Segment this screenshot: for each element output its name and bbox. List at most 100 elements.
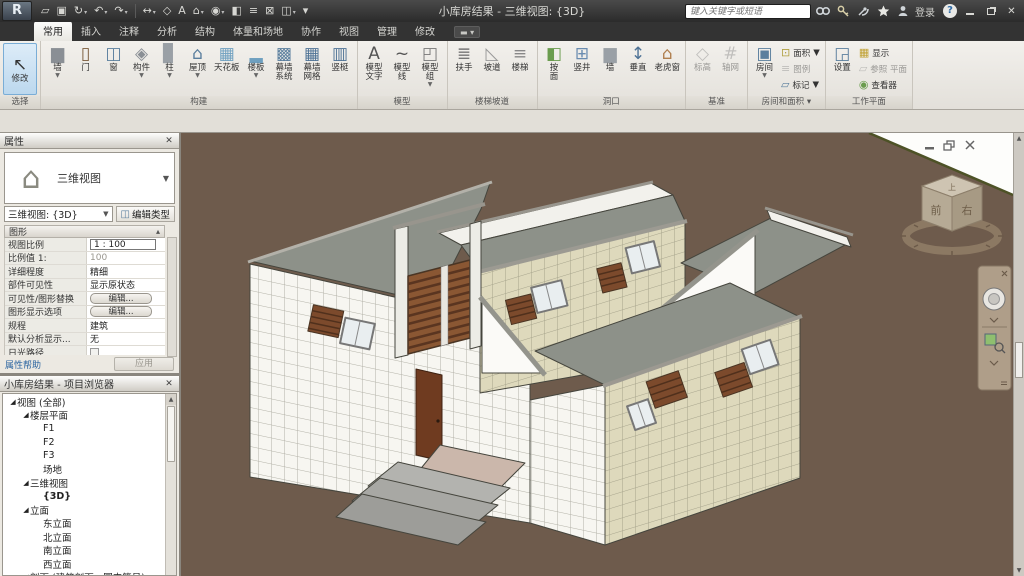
search-input[interactable] [685, 4, 811, 19]
expander-icon[interactable]: ◢ [22, 411, 30, 419]
tree-scrollbar[interactable]: ▲ [165, 394, 176, 575]
user-icon[interactable] [895, 4, 911, 18]
apply-button[interactable]: 应用 [114, 357, 174, 371]
edit-type-button[interactable]: ◫ 编辑类型 [116, 206, 175, 222]
key-icon[interactable] [835, 4, 851, 18]
scroll-up-icon[interactable]: ▲ [166, 394, 176, 405]
dropdown-arrow-icon[interactable]: ▼ [55, 73, 60, 79]
ribbon-tab-体量和场地[interactable]: 体量和场地 [224, 21, 292, 41]
curtain-grid-button[interactable]: ▦幕墙 网格 [299, 43, 326, 83]
expander-icon[interactable]: ◢ [22, 479, 30, 487]
ribbon-tab-结构[interactable]: 结构 [186, 21, 224, 41]
tag-room-button[interactable]: ▱标记▼ [779, 77, 822, 92]
railing-button[interactable]: ≣扶手 [451, 43, 478, 74]
ribbon-tab-协作[interactable]: 协作 [292, 21, 330, 41]
wall-button[interactable]: ▆墙▼ [44, 43, 71, 80]
dropdown-arrow-icon[interactable]: ▾ [125, 9, 128, 16]
property-value[interactable]: 建筑 [87, 319, 165, 332]
area-button[interactable]: ⊡面积▼ [779, 45, 822, 60]
switch-windows-icon[interactable]: ◫▾ [278, 2, 298, 20]
stair-button[interactable]: ≡楼梯 [507, 43, 534, 74]
right-wall-white[interactable] [530, 385, 605, 545]
communication-center-icon[interactable] [855, 4, 871, 18]
scrollbar-thumb[interactable] [1015, 342, 1023, 378]
tree-item-西立面[interactable]: 西立面 [3, 557, 176, 571]
dropdown-arrow-icon[interactable]: ▼ [762, 73, 767, 79]
value-input[interactable]: 1 : 100 [90, 239, 156, 250]
viewer-button[interactable]: ◉查看器 [857, 77, 909, 92]
tree-item-北立面[interactable]: 北立面 [3, 530, 176, 544]
view-minimize-icon[interactable] [925, 147, 934, 150]
panel-title-房间和面积[interactable]: 房间和面积 ▾ [748, 96, 825, 109]
dropdown-arrow-icon[interactable]: ▼ [195, 73, 200, 79]
dropdown-arrow-icon[interactable]: ▼ [167, 73, 172, 79]
restore-button[interactable] [982, 4, 999, 18]
properties-close-icon[interactable]: ✕ [163, 136, 175, 146]
roof-button[interactable]: ⌂屋顶▼ [184, 43, 211, 80]
viewport-scrollbar[interactable]: ▲ ▼ [1013, 133, 1024, 576]
project-browser-close-icon[interactable]: ✕ [163, 379, 175, 389]
application-menu-button[interactable]: R [2, 1, 32, 21]
scroll-down-icon[interactable]: ▼ [1014, 565, 1024, 576]
tree-item-东立面[interactable]: 东立面 [3, 517, 176, 531]
properties-help-link[interactable]: 属性帮助 [5, 358, 41, 371]
tree-item-场地[interactable]: 场地 [3, 463, 176, 477]
window-button[interactable]: ◫窗 [100, 43, 127, 74]
render-icon[interactable]: ◉▾ [208, 2, 228, 20]
properties-scrollbar[interactable] [167, 237, 177, 357]
floor-button[interactable]: ▂楼板▼ [243, 43, 270, 80]
house-model[interactable] [248, 182, 853, 545]
model-group-button[interactable]: ◰模型 组▼ [417, 43, 444, 89]
dropdown-arrow-icon[interactable]: ▾ [293, 9, 296, 16]
chevron-down-icon[interactable]: ▼ [163, 174, 174, 183]
ramp-button[interactable]: ◺坡道 [479, 43, 506, 74]
ribbon-tab-分析[interactable]: 分析 [148, 21, 186, 41]
tree-item-楼层平面[interactable]: ◢楼层平面 [3, 409, 176, 423]
undo-icon[interactable]: ↶▾ [91, 2, 110, 20]
minimize-button[interactable] [961, 4, 978, 18]
tag-icon[interactable]: ◇ [160, 2, 174, 20]
dropdown-arrow-icon[interactable]: ▼ [428, 82, 433, 88]
property-value[interactable]: 精细 [87, 265, 165, 278]
modify-cursor-button[interactable]: ↖修改 [3, 43, 37, 95]
room-button[interactable]: ▣房间▼ [751, 43, 778, 80]
opening-by-face-button[interactable]: ◧按 面 [541, 43, 568, 83]
edit-button[interactable]: 编辑... [90, 293, 152, 304]
ribbon-tab-注释[interactable]: 注释 [110, 21, 148, 41]
favorites-star-icon[interactable] [875, 4, 891, 18]
vertical-opening-button[interactable]: ↕垂直 [625, 43, 652, 74]
dropdown-arrow-icon[interactable]: ▾ [104, 9, 107, 16]
dropdown-arrow-icon[interactable]: ▾ [84, 9, 87, 16]
close-hidden-windows-icon[interactable]: ⊠ [262, 2, 277, 20]
properties-header[interactable]: 属性 ✕ [0, 133, 179, 149]
scroll-up-icon[interactable]: ▲ [1014, 133, 1024, 144]
ribbon-tab-视图[interactable]: 视图 [330, 21, 368, 41]
ribbon-tab-修改[interactable]: 修改 [406, 21, 444, 41]
expander-icon[interactable]: ◢ [22, 506, 30, 514]
graphics-section-header[interactable]: 图形 ▴ [4, 225, 165, 238]
text-icon[interactable]: A [175, 2, 189, 20]
workplane-show-button[interactable]: ▦显示 [857, 45, 909, 60]
expander-icon[interactable]: ◢ [9, 398, 17, 406]
zoom-icon[interactable] [985, 334, 996, 345]
sign-in-link[interactable]: 登录 [915, 4, 935, 19]
model-line-button[interactable]: ~模型 线 [389, 43, 416, 83]
instance-combo[interactable]: 三维视图: {3D} ▼ [4, 206, 113, 222]
tree-item-{3D}[interactable]: {3D} [3, 490, 176, 504]
dropdown-arrow-icon[interactable]: ▾ [221, 9, 224, 16]
ribbon-tab-插入[interactable]: 插入 [72, 21, 110, 41]
measure-icon[interactable]: ↔▾ [140, 2, 159, 20]
model-text-button[interactable]: A模型 文字 [361, 43, 388, 83]
section-icon[interactable]: ◧ [228, 2, 244, 20]
ribbon-display-toggle[interactable]: ▬ ▾ [454, 26, 480, 38]
open-icon[interactable]: ▱ [38, 2, 52, 20]
column-button[interactable]: ▊柱▼ [156, 43, 183, 80]
tree-item-三维视图[interactable]: ◢三维视图 [3, 476, 176, 490]
tree-item-立面[interactable]: ◢立面 [3, 503, 176, 517]
property-value[interactable]: 100 [87, 252, 165, 265]
default-3d-view-icon[interactable]: ⌂▾ [190, 2, 207, 20]
dropdown-arrow-icon[interactable]: ▾ [201, 9, 204, 16]
mullion-button[interactable]: ▥竖梃 [327, 43, 354, 74]
close-button[interactable]: ✕ [1003, 4, 1020, 18]
ribbon-tab-管理[interactable]: 管理 [368, 21, 406, 41]
